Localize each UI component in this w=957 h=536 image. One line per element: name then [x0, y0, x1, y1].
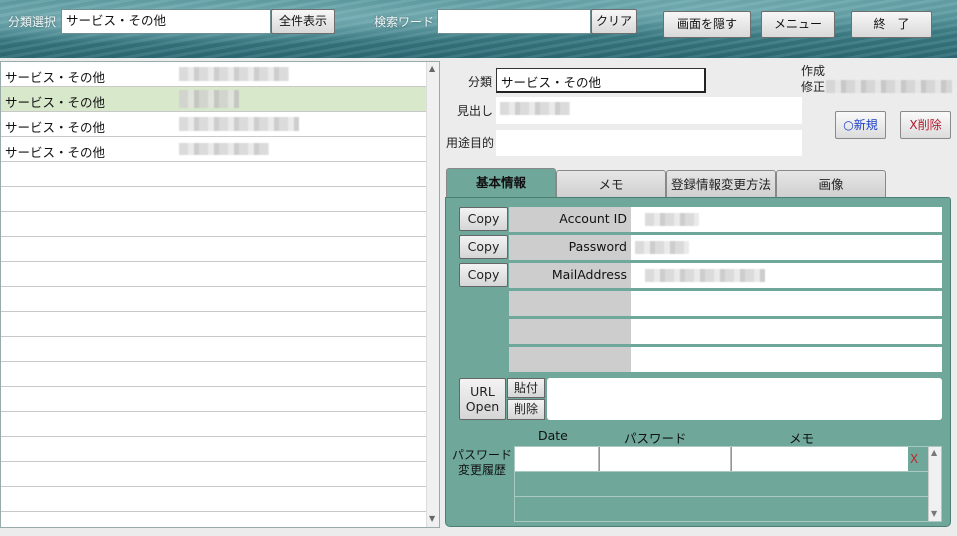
copy-account-id-button[interactable]: Copy — [459, 207, 508, 231]
search-word-label: 検索ワード — [374, 15, 435, 29]
extra-field-input[interactable] — [631, 319, 942, 344]
list-item[interactable] — [1, 362, 426, 387]
paste-url-button[interactable]: 貼付 — [507, 378, 545, 398]
entry-list[interactable]: サービス・その他 サービス・その他 サービス・その他 サービス・その他 ▲ ▼ — [0, 61, 440, 528]
list-item[interactable] — [1, 312, 426, 337]
heading-label: 見出し — [457, 104, 494, 118]
show-all-button[interactable]: 全件表示 — [271, 9, 335, 34]
category-select-input[interactable]: サービス・その他 — [61, 9, 271, 34]
list-item[interactable]: サービス・その他 — [1, 87, 426, 112]
list-item[interactable]: サービス・その他 — [1, 137, 426, 162]
delete-button[interactable]: X削除 — [900, 111, 951, 139]
mail-address-input[interactable] — [631, 263, 942, 288]
url-input[interactable] — [547, 378, 942, 420]
header-bar: 分類選択 サービス・その他 全件表示 検索ワード クリア 画面を隠す メニュー … — [0, 0, 957, 58]
list-item[interactable] — [1, 187, 426, 212]
password-history-table[interactable]: X ▲ ▼ — [514, 446, 942, 522]
heading-input[interactable] — [496, 97, 802, 124]
history-delete-icon[interactable]: X — [910, 452, 918, 466]
history-date-header: Date — [538, 428, 568, 443]
scroll-up-icon[interactable]: ▲ — [429, 64, 435, 73]
list-item-category: サービス・その他 — [5, 120, 106, 135]
history-password-cell[interactable] — [600, 447, 731, 471]
redacted-title — [179, 143, 269, 155]
extra-field-input[interactable] — [631, 291, 942, 316]
history-password-header: パスワード — [624, 431, 687, 446]
list-item[interactable] — [1, 337, 426, 362]
scroll-down-icon[interactable]: ▼ — [429, 514, 435, 523]
exit-button[interactable]: 終 了 — [851, 11, 932, 38]
list-item[interactable] — [1, 462, 426, 487]
history-row-divider — [515, 496, 928, 497]
created-label: 作成 — [801, 64, 826, 78]
detail-category-label: 分類 — [468, 75, 493, 89]
list-item[interactable] — [1, 437, 426, 462]
clear-button[interactable]: クリア — [591, 9, 637, 34]
history-date-cell[interactable] — [515, 447, 599, 471]
list-scrollbar[interactable]: ▲ ▼ — [426, 62, 439, 527]
list-item[interactable] — [1, 262, 426, 287]
password-label: Password — [509, 235, 631, 260]
extra-field-label — [509, 347, 631, 372]
detail-category-input[interactable]: サービス・その他 — [496, 68, 706, 93]
tab-memo[interactable]: メモ — [556, 170, 666, 198]
copy-password-button[interactable]: Copy — [459, 235, 508, 259]
account-id-input[interactable] — [631, 207, 942, 232]
modified-label: 修正 — [801, 80, 826, 94]
menu-button[interactable]: メニュー — [761, 11, 835, 38]
list-item[interactable] — [1, 412, 426, 437]
purpose-input[interactable] — [496, 130, 802, 156]
redacted-title — [179, 117, 299, 131]
history-memo-cell[interactable] — [732, 447, 908, 471]
list-item[interactable] — [1, 237, 426, 262]
extra-field-label — [509, 291, 631, 316]
redacted-title — [179, 90, 239, 108]
list-item-category: サービス・その他 — [5, 95, 106, 110]
list-item[interactable] — [1, 212, 426, 237]
tab-change-method[interactable]: 登録情報変更方法 — [666, 170, 776, 198]
url-open-button[interactable]: URL Open — [459, 378, 506, 420]
account-id-label: Account ID — [509, 207, 631, 232]
list-item[interactable]: サービス・その他 — [1, 112, 426, 137]
scroll-down-icon[interactable]: ▼ — [931, 509, 937, 518]
redacted-password — [635, 241, 689, 254]
list-item-category: サービス・その他 — [5, 70, 106, 85]
list-item[interactable] — [1, 162, 426, 187]
new-button[interactable]: ○新規 — [835, 111, 886, 139]
extra-field-input[interactable] — [631, 347, 942, 372]
scroll-up-icon[interactable]: ▲ — [931, 448, 937, 457]
list-item[interactable] — [1, 512, 426, 527]
redacted-heading — [500, 102, 570, 115]
remove-url-button[interactable]: 削除 — [507, 399, 545, 420]
history-scrollbar[interactable]: ▲ ▼ — [928, 447, 941, 521]
mail-address-label: MailAddress — [509, 263, 631, 288]
purpose-label: 用途目的 — [446, 136, 495, 150]
category-select-label: 分類選択 — [8, 15, 57, 29]
redacted-mail-address — [645, 269, 765, 282]
hide-screen-button[interactable]: 画面を隠す — [663, 11, 751, 38]
redacted-title — [179, 67, 289, 81]
list-item-category: サービス・その他 — [5, 145, 106, 160]
basic-info-panel: Copy Account ID Copy Password Copy MailA… — [445, 197, 951, 527]
tab-basic-info[interactable]: 基本情報 — [446, 168, 556, 198]
redacted-modified-date — [826, 80, 952, 93]
history-row-divider — [515, 471, 928, 472]
redacted-account-id — [645, 213, 699, 226]
copy-mail-address-button[interactable]: Copy — [459, 263, 508, 287]
extra-field-label — [509, 319, 631, 344]
password-input[interactable] — [631, 235, 942, 260]
list-item[interactable] — [1, 487, 426, 512]
search-word-input[interactable] — [437, 9, 591, 34]
password-history-label: パスワード 変更履歴 — [451, 448, 512, 477]
list-item[interactable] — [1, 387, 426, 412]
tab-image[interactable]: 画像 — [776, 170, 886, 198]
list-item[interactable]: サービス・その他 — [1, 62, 426, 87]
history-memo-header: メモ — [789, 431, 815, 446]
list-item[interactable] — [1, 287, 426, 312]
